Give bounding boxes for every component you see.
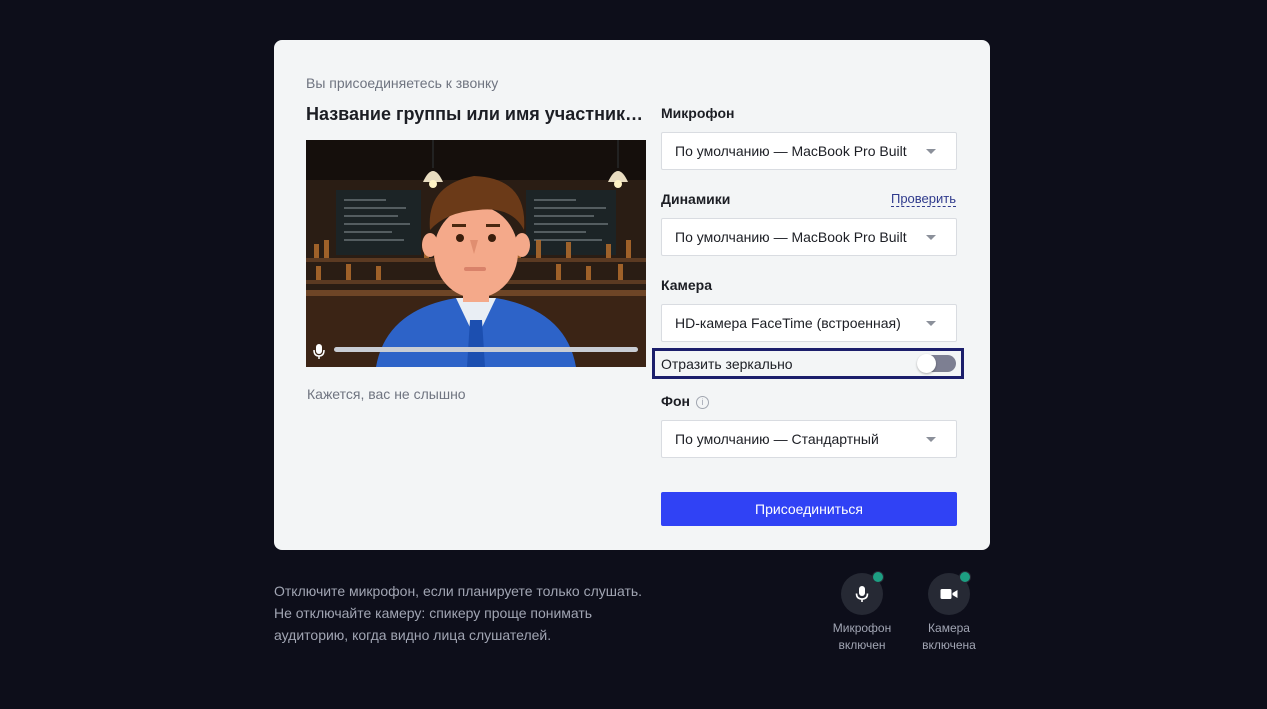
info-icon[interactable]: i bbox=[695, 396, 709, 409]
microphone-select-value: По умолчанию — MacBook Pro Built-in Micr… bbox=[675, 143, 907, 159]
call-title: Название группы или имя участника... bbox=[306, 104, 648, 124]
chevron-down-icon bbox=[926, 235, 936, 240]
camera-caption-line-2: включена bbox=[922, 638, 976, 652]
speakers-select-value: По умолчанию — MacBook Pro Built-in Spea… bbox=[675, 229, 907, 245]
camera-toggle-button[interactable] bbox=[928, 571, 971, 615]
footer-note-line: аудиторию, когда видно лица слушателей. bbox=[274, 627, 552, 643]
microphone-label: Микрофон bbox=[661, 105, 735, 121]
speakers-select[interactable]: По умолчанию — MacBook Pro Built-in Spea… bbox=[661, 218, 957, 256]
camera-caption-line-1: Камера bbox=[928, 621, 970, 635]
chevron-down-icon bbox=[926, 437, 936, 442]
toggle-knob bbox=[917, 354, 936, 373]
mirror-toggle[interactable] bbox=[917, 354, 956, 373]
chevron-down-icon bbox=[926, 149, 936, 154]
camera-preview bbox=[306, 140, 646, 367]
footer-note-line: Не отключайте камеру: спикеру проще пони… bbox=[274, 605, 593, 621]
camera-select-value: HD-камера FaceTime (встроенная) bbox=[675, 315, 901, 331]
background-select[interactable]: По умолчанию — Стандартный bbox=[661, 420, 957, 458]
mic-level-bar bbox=[334, 347, 638, 352]
microphone-icon bbox=[855, 586, 869, 602]
mic-toggle-button[interactable] bbox=[841, 571, 884, 615]
join-button[interactable]: Присоединиться bbox=[661, 492, 957, 526]
camera-status-dot bbox=[959, 571, 971, 583]
mic-caption: Микрофон включен bbox=[817, 620, 907, 654]
joining-caption: Вы присоединяетесь к звонку bbox=[306, 75, 499, 91]
camera-select[interactable]: HD-камера FaceTime (встроенная) bbox=[661, 304, 957, 342]
footer-note: Отключите микрофон, если планируете толь… bbox=[274, 580, 642, 646]
mirror-row: Отразить зеркально bbox=[652, 348, 964, 379]
join-call-card: Вы присоединяетесь к звонку Название гру… bbox=[274, 40, 990, 550]
chevron-down-icon bbox=[926, 321, 936, 326]
mirror-label: Отразить зеркально bbox=[661, 356, 793, 372]
background-label: Фон bbox=[661, 393, 690, 409]
footer-note-line: Отключите микрофон, если планируете толь… bbox=[274, 583, 643, 599]
mic-caption-line-2: включен bbox=[838, 638, 886, 652]
mic-device: Микрофон включен bbox=[817, 571, 907, 654]
camera-device: Камера включена bbox=[904, 571, 994, 654]
video-camera-icon bbox=[940, 589, 958, 599]
mic-caption-line-1: Микрофон bbox=[832, 621, 892, 635]
camera-label: Камера bbox=[661, 277, 712, 293]
background-label-row: Фон i bbox=[661, 393, 709, 409]
mic-hint: Кажется, вас не слышно bbox=[307, 386, 466, 402]
check-speakers-link[interactable]: Проверить bbox=[890, 192, 956, 207]
microphone-select[interactable]: По умолчанию — MacBook Pro Built-in Micr… bbox=[661, 132, 957, 170]
camera-caption: Камера включена bbox=[904, 620, 994, 654]
background-select-value: По умолчанию — Стандартный bbox=[675, 431, 879, 447]
mic-level-icon bbox=[313, 344, 325, 359]
mic-status-dot bbox=[872, 571, 884, 583]
speakers-label: Динамики bbox=[661, 191, 731, 207]
